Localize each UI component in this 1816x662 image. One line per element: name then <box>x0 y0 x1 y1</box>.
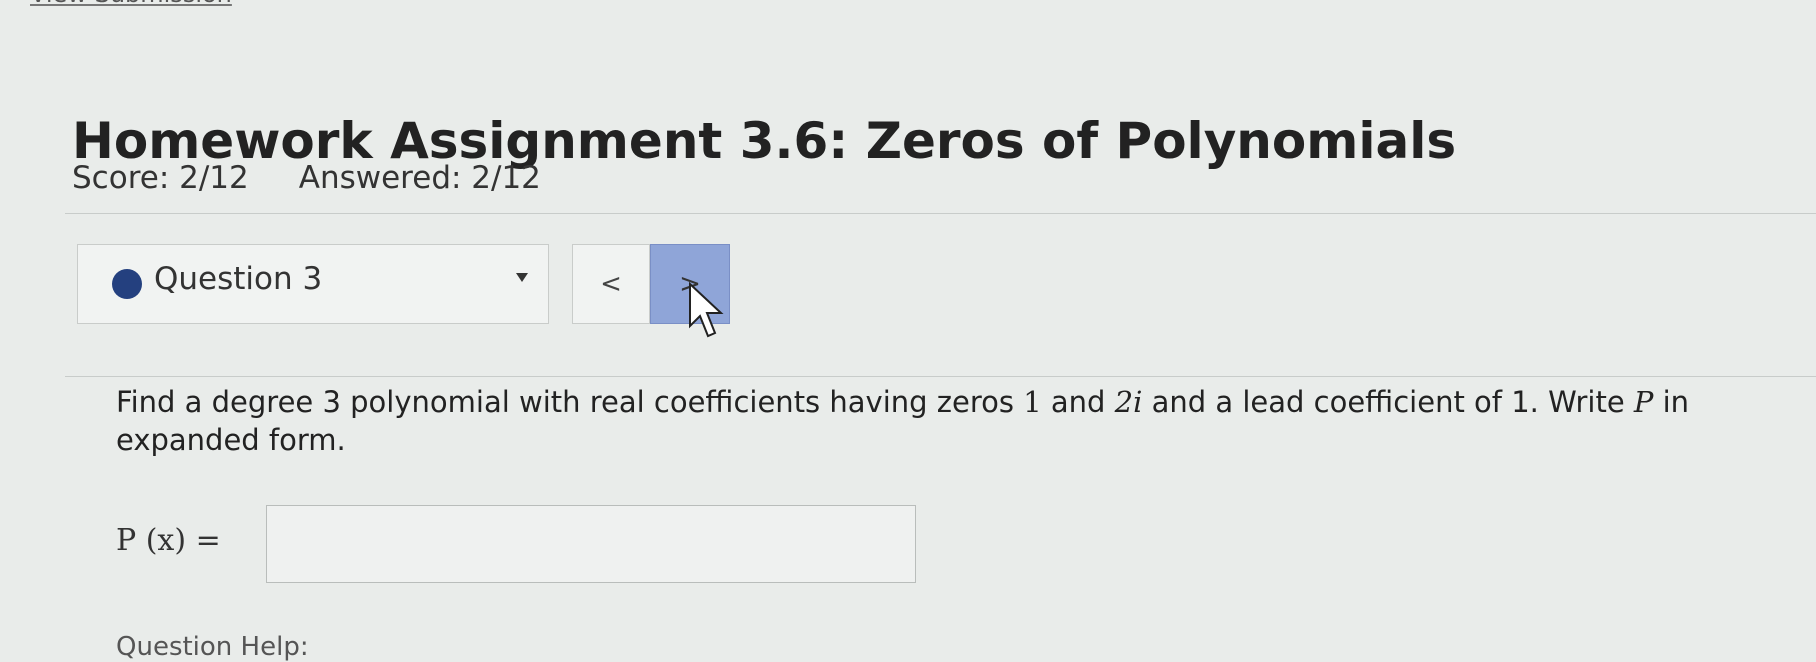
previous-question-button[interactable]: < <box>572 244 650 324</box>
polynomial-variable: P <box>1633 385 1654 419</box>
answer-label: P (x) = <box>116 523 221 558</box>
divider <box>65 376 1816 377</box>
question-help-label: Question Help: <box>116 632 309 662</box>
divider <box>65 213 1816 214</box>
status-dot-icon <box>112 269 142 299</box>
zero-2: 2i <box>1114 385 1143 419</box>
question-select[interactable]: Question 3 <box>77 244 549 324</box>
zero-1: 1 <box>1023 385 1042 419</box>
question-text: Find a degree 3 polynomial with real coe… <box>116 385 1690 457</box>
answered-text: Answered: 2/12 <box>298 160 541 196</box>
view-submission-link[interactable]: View Submission <box>30 0 232 8</box>
score-summary: Score: 2/12 Answered: 2/12 <box>72 160 541 196</box>
score-text: Score: 2/12 <box>72 160 249 196</box>
dropdown-caret-icon <box>516 273 528 282</box>
question-select-label: Question 3 <box>154 261 323 297</box>
answer-input[interactable] <box>266 505 916 583</box>
mouse-pointer-icon <box>689 282 724 338</box>
